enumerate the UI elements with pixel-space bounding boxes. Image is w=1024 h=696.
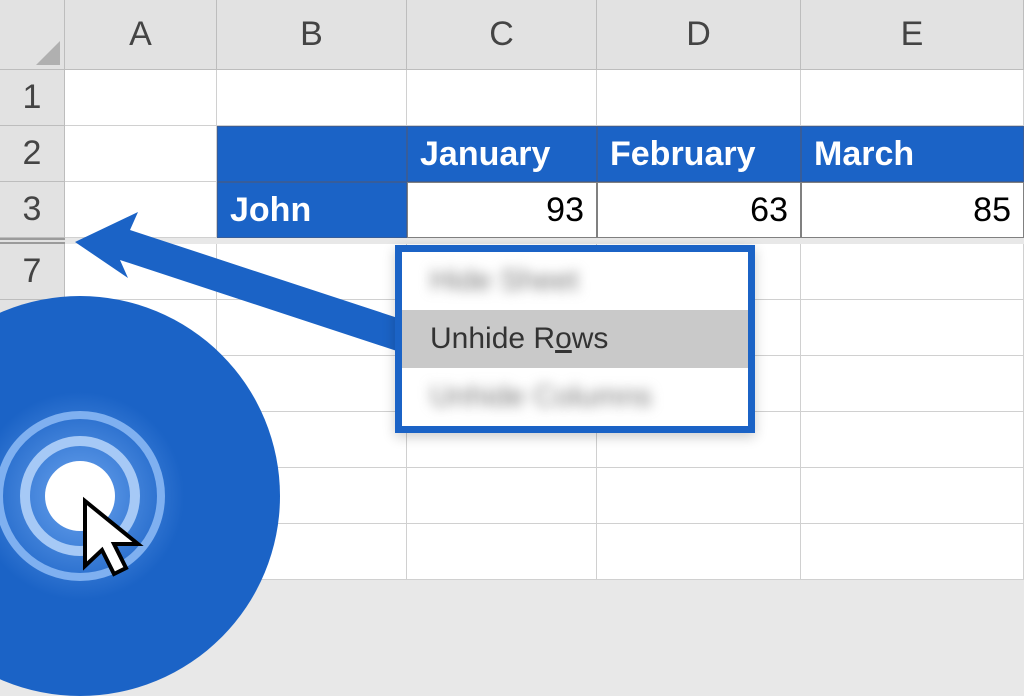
row-header-2[interactable]: 2 [0,126,65,182]
cell-blank[interactable] [407,468,597,524]
cell-c2-header[interactable]: January [407,126,597,182]
cell-a1[interactable] [65,70,217,126]
col-header-d[interactable]: D [597,0,801,70]
select-all-icon [36,41,60,65]
cell-a2[interactable] [65,126,217,182]
cell-b8[interactable] [217,300,407,356]
menu-item-unhide-rows[interactable]: Unhide Rows [402,310,748,368]
row-header-7[interactable]: 7 [0,244,65,300]
cell-e8[interactable] [801,300,1024,356]
row-header-3[interactable]: 3 [0,182,65,238]
col-header-e[interactable]: E [801,0,1024,70]
menu-item-hide-sheet[interactable]: Hide Sheet [402,252,748,310]
cell-blank[interactable] [801,524,1024,580]
menu-item-unhide-columns[interactable]: Unhide Columns [402,368,748,426]
cell-c1[interactable] [407,70,597,126]
cell-e1[interactable] [801,70,1024,126]
menu-mnemonic: o [555,322,572,355]
cell-b2-header[interactable] [217,126,407,182]
cell-b7[interactable] [217,244,407,300]
cell-blank[interactable] [407,524,597,580]
cell-blank[interactable] [801,356,1024,412]
menu-label-pre: Unhide R [430,322,555,355]
cursor-icon [80,496,160,586]
cell-b3-name[interactable]: John [217,182,407,238]
cell-e3-value[interactable]: 85 [801,182,1024,238]
cell-blank[interactable] [801,412,1024,468]
select-all-corner[interactable] [0,0,65,70]
col-header-c[interactable]: C [407,0,597,70]
cell-blank[interactable] [801,468,1024,524]
cell-d1[interactable] [597,70,801,126]
cell-d2-header[interactable]: February [597,126,801,182]
cell-e2-header[interactable]: March [801,126,1024,182]
cell-b1[interactable] [217,70,407,126]
cell-c3-value[interactable]: 93 [407,182,597,238]
context-menu: Hide Sheet Unhide Rows Unhide Columns [395,245,755,433]
col-header-a[interactable]: A [65,0,217,70]
cell-a7[interactable] [65,244,217,300]
cell-e7[interactable] [801,244,1024,300]
cell-a3[interactable] [65,182,217,238]
col-header-b[interactable]: B [217,0,407,70]
cell-blank[interactable] [597,468,801,524]
cell-d3-value[interactable]: 63 [597,182,801,238]
row-header-1[interactable]: 1 [0,70,65,126]
menu-label-post: ws [572,322,609,355]
spreadsheet-grid[interactable]: A B C D E 1 2 3 7 8 January February Mar… [0,0,1024,576]
cell-blank[interactable] [597,524,801,580]
